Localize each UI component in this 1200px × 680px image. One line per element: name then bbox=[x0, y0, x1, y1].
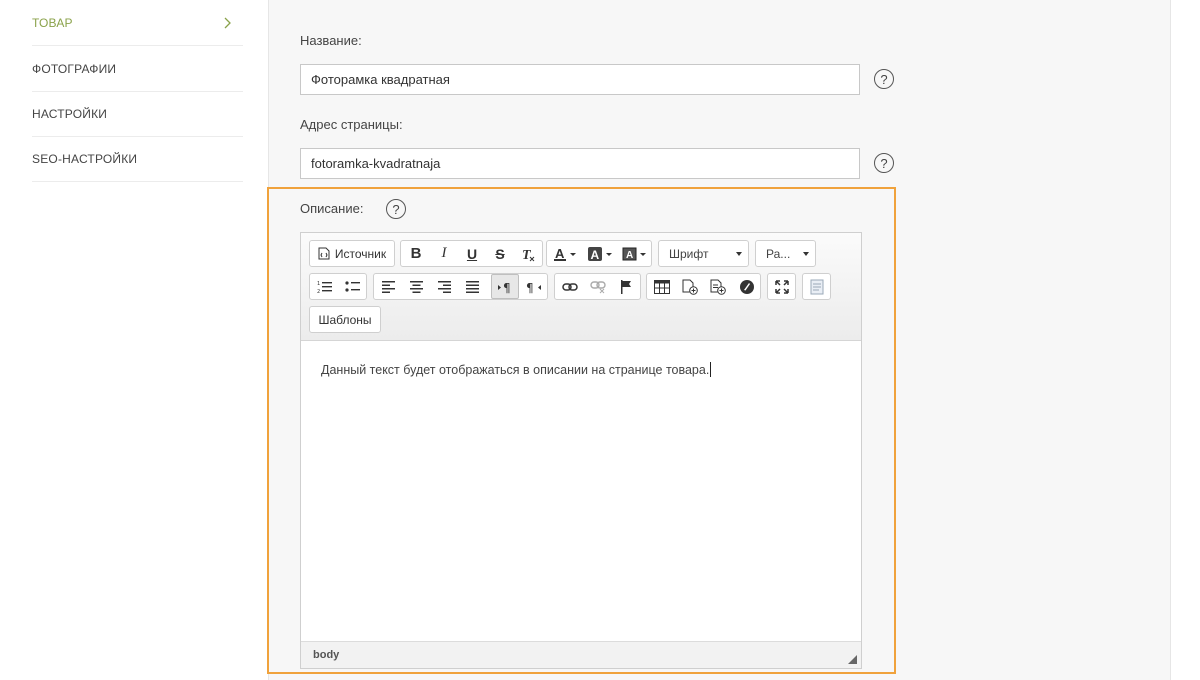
sidebar-item-label: ФОТОГРАФИИ bbox=[32, 62, 117, 76]
align-center-icon[interactable] bbox=[403, 274, 430, 299]
size-combo-label: Ра... bbox=[766, 246, 791, 261]
chevron-down-icon bbox=[736, 252, 742, 256]
sidebar-item-seo-settings[interactable]: SEO-НАСТРОЙКИ bbox=[32, 137, 243, 182]
size-combo[interactable]: Ра... bbox=[755, 240, 816, 267]
insert-template-icon[interactable] bbox=[676, 274, 703, 299]
special-char-icon[interactable] bbox=[733, 274, 760, 299]
insert-group bbox=[646, 273, 761, 300]
svg-text:1: 1 bbox=[317, 281, 320, 287]
svg-text:A: A bbox=[555, 246, 565, 261]
text-direction-ltr-icon[interactable]: ¶ bbox=[491, 274, 519, 299]
name-label: Название: bbox=[300, 33, 362, 48]
table-icon[interactable] bbox=[648, 274, 675, 299]
editor-text: Данный текст будет отображаться в описан… bbox=[321, 363, 710, 377]
help-icon[interactable]: ? bbox=[386, 199, 406, 219]
sidebar-item-label: НАСТРОЙКИ bbox=[32, 107, 108, 121]
svg-text:¶: ¶ bbox=[503, 281, 511, 294]
svg-text:¶: ¶ bbox=[526, 281, 534, 294]
description-label: Описание: bbox=[300, 201, 364, 216]
sidebar-item-label: ТОВАР bbox=[32, 16, 73, 30]
text-color-icon[interactable]: A bbox=[549, 241, 581, 266]
link-icon[interactable] bbox=[556, 274, 583, 299]
text-cursor bbox=[710, 362, 712, 377]
sidebar: ТОВАР ФОТОГРАФИИ НАСТРОЙКИ SEO-НАСТРОЙКИ bbox=[0, 0, 268, 680]
paste-text-icon[interactable] bbox=[803, 274, 830, 299]
source-button[interactable]: Источник bbox=[310, 241, 394, 266]
strikethrough-icon[interactable]: S bbox=[487, 241, 513, 266]
source-icon bbox=[318, 247, 330, 260]
source-group: Источник bbox=[309, 240, 395, 267]
svg-text:2: 2 bbox=[317, 289, 320, 294]
url-input[interactable] bbox=[300, 148, 860, 179]
editor-toolbar: Источник B I U S T A A A Шрифт Ра... 1 2… bbox=[301, 233, 861, 341]
svg-text:A: A bbox=[591, 248, 600, 262]
sidebar-item-photos[interactable]: ФОТОГРАФИИ bbox=[32, 47, 243, 92]
lists-group: 12 bbox=[309, 273, 367, 300]
bold-icon[interactable]: B bbox=[403, 241, 429, 266]
font-combo[interactable]: Шрифт bbox=[658, 240, 749, 267]
maximize-icon[interactable] bbox=[768, 274, 795, 299]
paste-group bbox=[802, 273, 831, 300]
resize-handle-icon[interactable] bbox=[848, 655, 857, 664]
align-justify-icon[interactable] bbox=[459, 274, 486, 299]
numbered-list-icon[interactable]: 12 bbox=[311, 274, 338, 299]
templates-group: Шаблоны bbox=[309, 306, 381, 333]
editor-content[interactable]: Данный текст будет отображаться в описан… bbox=[301, 341, 861, 641]
help-icon[interactable]: ? bbox=[874, 69, 894, 89]
templates-button[interactable]: Шаблоны bbox=[310, 307, 380, 332]
unlink-icon[interactable] bbox=[584, 274, 611, 299]
basic-styles-group: B I U S T bbox=[400, 240, 543, 267]
colors-group: A A A bbox=[546, 240, 652, 267]
links-group bbox=[554, 273, 641, 300]
chevron-down-icon bbox=[803, 252, 809, 256]
highlight-color-icon[interactable]: A bbox=[619, 241, 651, 266]
description-editor: Источник B I U S T A A A Шрифт Ра... 1 2… bbox=[300, 232, 862, 669]
background-color-icon[interactable]: A bbox=[583, 241, 617, 266]
maximize-group bbox=[767, 273, 796, 300]
sidebar-item-product[interactable]: ТОВАР bbox=[32, 1, 243, 46]
font-combo-label: Шрифт bbox=[669, 246, 709, 261]
align-right-icon[interactable] bbox=[431, 274, 458, 299]
name-input[interactable] bbox=[300, 64, 860, 95]
chevron-right-icon bbox=[219, 15, 235, 31]
element-path[interactable]: body bbox=[313, 649, 339, 661]
editor-statusbar: body bbox=[301, 641, 861, 668]
insert-page-icon[interactable] bbox=[704, 274, 732, 299]
source-label: Источник bbox=[334, 246, 387, 261]
align-left-icon[interactable] bbox=[375, 274, 402, 299]
help-icon[interactable]: ? bbox=[874, 153, 894, 173]
svg-text:A: A bbox=[626, 250, 633, 261]
italic-icon[interactable]: I bbox=[431, 241, 457, 266]
remove-format-icon[interactable]: T bbox=[514, 241, 541, 266]
bullet-list-icon[interactable] bbox=[339, 274, 366, 299]
underline-icon[interactable]: U bbox=[459, 241, 485, 266]
text-direction-rtl-icon[interactable]: ¶ bbox=[520, 274, 547, 299]
url-label: Адрес страницы: bbox=[300, 117, 403, 132]
sidebar-item-label: SEO-НАСТРОЙКИ bbox=[32, 152, 138, 166]
anchor-flag-icon[interactable] bbox=[612, 274, 640, 299]
sidebar-item-settings[interactable]: НАСТРОЙКИ bbox=[32, 92, 243, 137]
alignment-group: ¶ ¶ bbox=[373, 273, 548, 300]
